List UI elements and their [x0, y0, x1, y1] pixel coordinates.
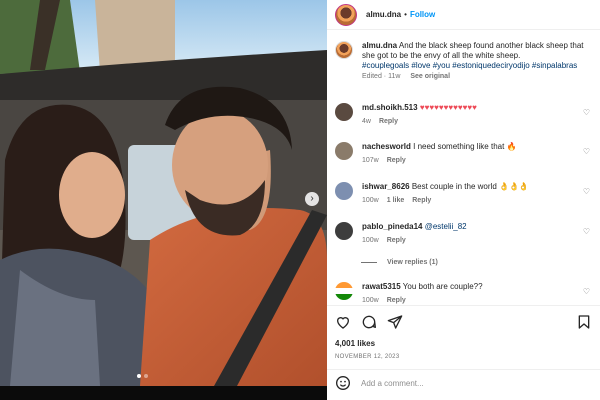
reply-button[interactable]: Reply	[387, 157, 406, 164]
avatar[interactable]	[335, 222, 353, 240]
comment-age: 100w	[362, 197, 379, 204]
post-actions: 4,001 likes NOVEMBER 12, 2023	[327, 305, 600, 395]
comment-age: 100w	[362, 237, 379, 244]
view-replies-button[interactable]: View replies (1)	[361, 259, 438, 266]
comment-item: nachesworld I need something like that 🔥…	[335, 142, 592, 166]
heart-icon[interactable]: ♡	[583, 108, 590, 117]
comment-icon[interactable]	[361, 314, 377, 330]
action-icons	[335, 314, 403, 330]
caption: almu.dna And the black sheep found anoth…	[335, 41, 592, 82]
comment-body: ishwar_8626 Best couple in the world 👌👌👌…	[362, 182, 529, 206]
comment-item: pablo_pineda14 @estelii_82 100w Reply	[335, 222, 592, 246]
comment-age: 100w	[362, 297, 379, 304]
avatar[interactable]	[335, 103, 353, 121]
comment-item: md.shoikh.513 ♥♥♥♥♥♥♥♥♥♥♥♥ 4w Reply	[335, 103, 592, 127]
heart-icon[interactable]: ♡	[583, 147, 590, 156]
post-side-panel: almu.dna • Follow almu.dna And the black…	[327, 0, 600, 400]
see-original-link[interactable]: See original	[410, 73, 450, 80]
comment-mention[interactable]: @estelii_82	[425, 222, 467, 231]
heart-icon[interactable]: ♡	[583, 187, 590, 196]
follow-button[interactable]: Follow	[410, 10, 435, 19]
edited-label: Edited · 11w	[362, 73, 401, 80]
post-header: almu.dna • Follow	[327, 0, 600, 30]
heart-icon[interactable]: ♡	[583, 287, 590, 296]
post-username[interactable]: almu.dna	[366, 10, 401, 19]
caption-tags[interactable]: #couplegoals #love #you #estoniquedeciry…	[362, 61, 592, 71]
comment-username[interactable]: ishwar_8626	[362, 182, 410, 191]
comment-meta: 107w Reply	[362, 156, 517, 166]
reply-button[interactable]: Reply	[412, 197, 431, 204]
comment-text: You both are couple??	[402, 282, 483, 291]
reply-button[interactable]: Reply	[387, 297, 406, 304]
comments-scroll-area[interactable]: almu.dna And the black sheep found anoth…	[327, 31, 600, 305]
comment-username[interactable]: pablo_pineda14	[362, 222, 422, 231]
emoji-icon[interactable]	[335, 375, 351, 391]
comment-meta: 4w Reply	[362, 117, 477, 127]
comment-body: nachesworld I need something like that 🔥…	[362, 142, 517, 166]
bookmark-icon[interactable]	[576, 314, 592, 330]
comment-body: md.shoikh.513 ♥♥♥♥♥♥♥♥♥♥♥♥ 4w Reply	[362, 103, 477, 127]
reply-button[interactable]: Reply	[387, 237, 406, 244]
avatar[interactable]	[335, 282, 353, 300]
reply-button[interactable]: Reply	[379, 118, 398, 125]
heart-icon[interactable]: ♡	[583, 227, 590, 236]
comment-body: rawat5315 You both are couple?? 100w Repl…	[362, 282, 483, 305]
comment-input[interactable]	[361, 378, 561, 388]
replies-divider	[361, 261, 377, 263]
comment-body: pablo_pineda14 @estelii_82 100w Reply	[362, 222, 467, 246]
view-replies-label[interactable]: View replies (1)	[387, 259, 438, 266]
comment-meta: 100w Reply	[362, 236, 467, 246]
heart-icon[interactable]	[335, 314, 351, 330]
carousel-dot	[137, 374, 141, 378]
likes-count[interactable]: 4,001 likes	[335, 339, 375, 348]
avatar[interactable]	[335, 142, 353, 160]
avatar[interactable]	[335, 182, 353, 200]
comment-age: 107w	[362, 157, 379, 164]
avatar[interactable]	[335, 3, 357, 26]
separator-dot: •	[404, 10, 407, 19]
comment-text: Best couple in the world 👌👌👌	[411, 182, 529, 191]
post-date: NOVEMBER 12, 2023	[335, 354, 400, 360]
avatar[interactable]	[335, 41, 353, 59]
comment-item: ishwar_8626 Best couple in the world 👌👌👌…	[335, 182, 592, 206]
caption-username[interactable]: almu.dna	[362, 41, 397, 50]
comment-text: ♥♥♥♥♥♥♥♥♥♥♥♥	[419, 103, 477, 112]
comment-meta: 100w Reply	[362, 296, 483, 305]
comment-username[interactable]: rawat5315	[362, 282, 401, 291]
comment-text: I need something like that 🔥	[413, 142, 517, 151]
add-comment-bar	[327, 369, 600, 396]
post-viewer: › almu.dna • Follow almu.dna And the bla…	[0, 0, 600, 400]
post-photo[interactable]: ›	[0, 0, 327, 386]
comment-username[interactable]: md.shoikh.513	[362, 103, 418, 112]
comment-likes[interactable]: 1 like	[387, 197, 405, 204]
comment-age: 4w	[362, 118, 371, 125]
next-arrow-icon[interactable]: ›	[305, 192, 319, 206]
car-selfie-image	[0, 0, 327, 386]
caption-meta: Edited · 11w See original	[362, 72, 592, 82]
carousel-dots	[137, 374, 148, 378]
comment-username[interactable]: nachesworld	[362, 142, 411, 151]
caption-body: almu.dna And the black sheep found anoth…	[362, 41, 592, 82]
comment-meta: 100w 1 like Reply	[362, 196, 529, 206]
carousel-dot	[144, 374, 148, 378]
comment-item: rawat5315 You both are couple?? 100w Repl…	[335, 282, 592, 305]
share-icon[interactable]	[387, 314, 403, 330]
